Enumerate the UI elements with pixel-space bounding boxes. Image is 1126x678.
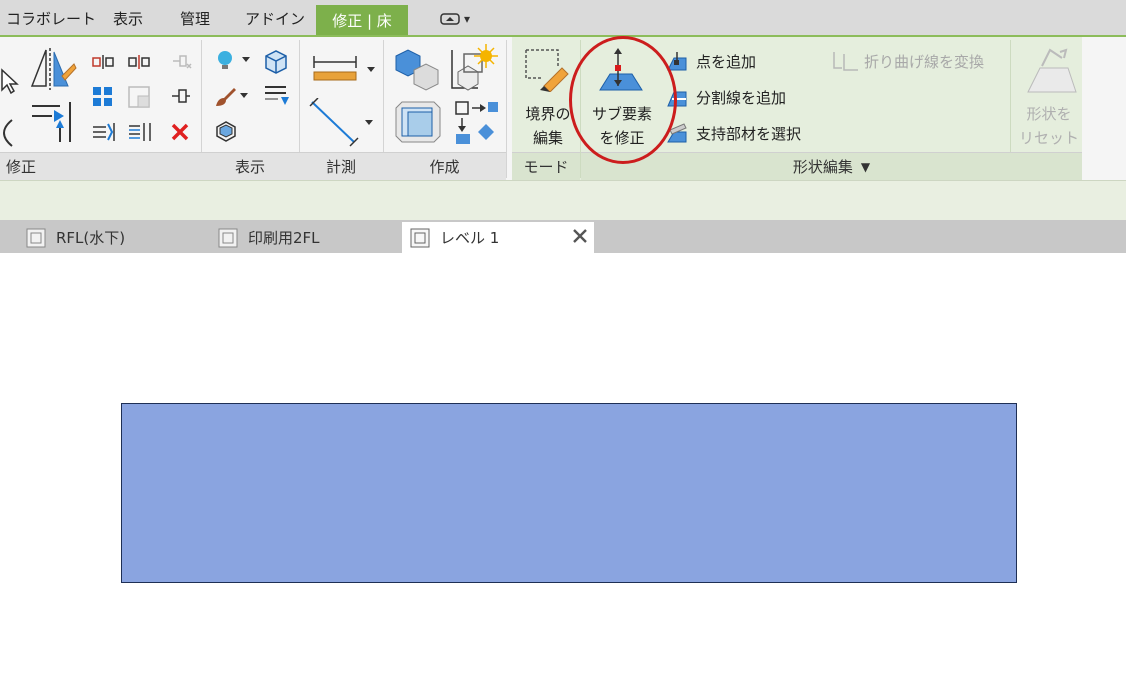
draw-splitting-line-button: 折り曲げ線を変換 (864, 53, 985, 71)
panel-title-modify: 修正 (0, 152, 201, 180)
mirror-icon[interactable] (28, 46, 78, 96)
panel-divider (506, 40, 507, 178)
panel-title-mode: モード (512, 152, 580, 180)
reset-shape-button: 形状を リセット (1018, 105, 1079, 147)
tab-addins[interactable]: アドイン (245, 8, 305, 29)
unpin-icon-disabled (170, 52, 192, 74)
tab-modify-floor[interactable]: 修正 | 床 (316, 5, 408, 35)
panel-title-measure: 計測 (299, 152, 383, 180)
close-icon[interactable] (572, 228, 588, 248)
panel-title-view: 表示 (201, 152, 299, 180)
measure-distance-icon[interactable] (308, 97, 378, 152)
align-icon[interactable] (92, 54, 114, 73)
create-part-icon[interactable] (394, 48, 442, 96)
pick-supports-button[interactable]: 支持部材を選択 (696, 123, 801, 144)
split-icon[interactable] (92, 122, 116, 146)
view-tab-rfl[interactable]: RFL(水下) (26, 222, 125, 253)
floor-plan-view-icon (26, 228, 46, 248)
view-tab-print-2fl[interactable]: 印刷用2FL (218, 222, 320, 253)
offset-icon[interactable] (128, 54, 150, 73)
edit-boundary-icon[interactable] (522, 46, 570, 96)
linework-icon[interactable] (264, 84, 290, 112)
draw-splitting-line-icon-disabled (832, 50, 860, 76)
highlight-circle-annotation (569, 36, 677, 164)
cube-wireframe-icon[interactable] (262, 48, 290, 78)
copy-to-clipboard-icon[interactable] (454, 100, 500, 148)
add-point-button[interactable]: 点を追加 (696, 51, 756, 72)
lightbulb-icon[interactable] (214, 48, 254, 76)
select-arrow-icon[interactable] (0, 68, 20, 98)
delete-icon[interactable] (170, 122, 190, 146)
scale-icon-disabled (128, 86, 152, 112)
tab-view[interactable]: 表示 (113, 8, 143, 29)
array-icon[interactable] (92, 86, 114, 112)
tab-manage[interactable]: 管理 (180, 8, 210, 29)
tab-collaborate[interactable]: コラボレート (6, 8, 96, 29)
options-bar (0, 180, 1126, 220)
section-box-icon[interactable] (214, 120, 238, 146)
floor-plan-view-icon (410, 228, 430, 248)
panel-title-create: 作成 (383, 152, 506, 180)
add-split-line-button[interactable]: 分割線を追加 (696, 87, 786, 108)
split-with-gap-icon[interactable] (128, 122, 154, 146)
aligned-dimension-icon[interactable] (312, 56, 378, 88)
ribbon-tab-bar: コラボレート 表示 管理 アドイン 修正 | 床 ▾ (0, 0, 1126, 37)
contextual-tab-dropdown-icon[interactable]: ▾ (440, 9, 478, 29)
arc-icon[interactable] (0, 118, 16, 152)
view-tab-level-1[interactable]: レベル 1 (402, 222, 594, 253)
pin-icon[interactable] (170, 86, 192, 110)
reset-shape-icon-disabled (1026, 46, 1078, 100)
panel-title-shape-edit[interactable]: 形状編集 ▼ (581, 152, 1082, 180)
create-similar-icon[interactable] (392, 98, 444, 148)
create-group-icon[interactable] (448, 44, 500, 98)
trim-extend-icon[interactable] (30, 98, 78, 148)
panel-expand-icon[interactable]: ▼ (861, 160, 870, 174)
paint-brush-icon[interactable] (212, 84, 254, 114)
floor-plan-view-icon (218, 228, 238, 248)
floor-element[interactable] (121, 403, 1017, 583)
